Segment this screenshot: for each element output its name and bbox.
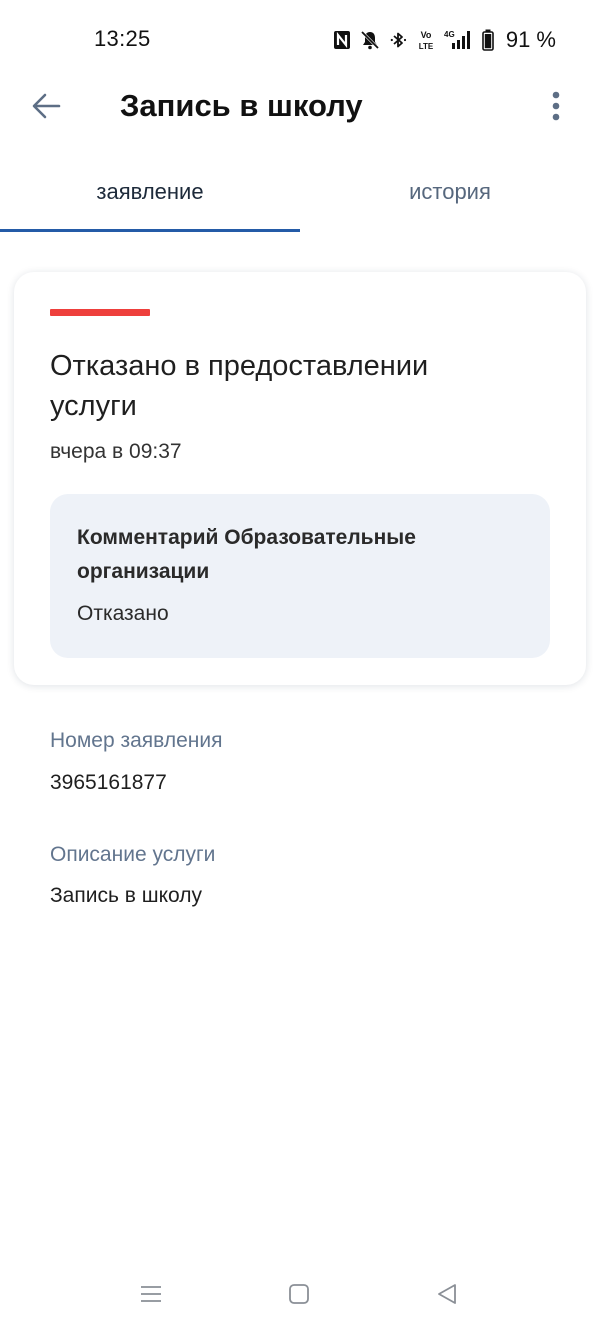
tab-history[interactable]: история xyxy=(300,166,600,232)
battery-icon xyxy=(482,29,494,51)
tab-application[interactable]: заявление xyxy=(0,166,300,232)
tab-active-indicator xyxy=(0,229,300,232)
service-description-label: Описание услуги xyxy=(50,843,216,866)
signal-4g-icon: 4G xyxy=(443,29,473,51)
back-button[interactable] xyxy=(26,90,66,126)
volte-top-text: Vo xyxy=(420,30,431,40)
home-button[interactable] xyxy=(279,1280,319,1312)
screen: 13:25 Vo LTE 4G 91 % Запись в школу заяв… xyxy=(0,0,600,1332)
volte-bottom-text: LTE xyxy=(419,42,434,51)
system-nav-bar xyxy=(0,1268,600,1324)
comment-text: Отказано xyxy=(77,602,169,625)
network-type-text: 4G xyxy=(444,30,455,39)
status-icons: Vo LTE 4G 91 % xyxy=(333,26,556,54)
status-title: Отказано в предоставлении услуги xyxy=(50,350,429,422)
arrow-left-icon xyxy=(31,93,61,124)
more-options-button[interactable] xyxy=(532,88,580,128)
menu-icon xyxy=(140,1284,162,1309)
status-card: Отказано в предоставлении услуги вчера в… xyxy=(14,272,586,685)
battery-percent: 91 % xyxy=(505,27,556,52)
tab-history-label: история xyxy=(409,179,491,204)
status-time-text: вчера в 09:37 xyxy=(50,440,182,463)
app-bar: Запись в школу xyxy=(0,80,600,136)
bell-muted-icon xyxy=(360,30,380,50)
home-square-icon xyxy=(288,1283,310,1310)
status-time: 13:25 xyxy=(94,26,151,51)
status-bar: 13:25 Vo LTE 4G 91 % xyxy=(0,0,600,80)
page-title: Запись в школу xyxy=(120,88,363,123)
bluetooth-icon xyxy=(389,30,409,50)
system-back-button[interactable] xyxy=(427,1280,467,1312)
service-description-value: Запись в школу xyxy=(50,884,202,907)
status-color-stripe xyxy=(50,309,150,316)
more-vertical-icon xyxy=(551,91,561,126)
nfc-icon xyxy=(333,30,351,50)
comment-title: Комментарий Образовательные организации xyxy=(77,526,416,583)
tab-bar: заявление история xyxy=(0,166,600,234)
application-number-value: 3965161877 xyxy=(50,771,167,794)
comment-box: Комментарий Образовательные организации … xyxy=(50,494,550,658)
tab-application-label: заявление xyxy=(96,179,204,204)
application-number-label: Номер заявления xyxy=(50,729,223,752)
back-triangle-icon xyxy=(436,1283,458,1310)
recent-apps-button[interactable] xyxy=(131,1280,171,1312)
volte-icon: Vo LTE xyxy=(418,29,434,51)
